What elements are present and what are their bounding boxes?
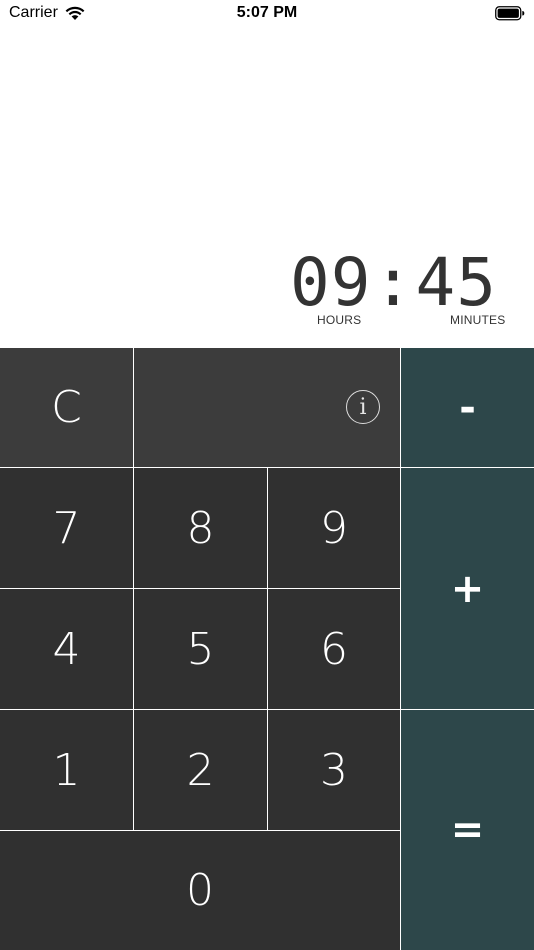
digit-1-button[interactable]: 1	[0, 710, 133, 830]
minus-label: -	[459, 384, 476, 431]
digit-8-button[interactable]: 8	[134, 468, 267, 588]
digit-9-label: 9	[320, 502, 348, 554]
digit-0-label: 0	[186, 865, 214, 916]
digit-4-button[interactable]: 4	[0, 589, 133, 709]
info-icon[interactable]: i	[346, 390, 380, 424]
status-time: 5:07 PM	[236, 4, 298, 21]
equals-label: =	[450, 807, 485, 853]
keypad: C i - 7 8 9 + 4 5 6 1 2 3 = 0	[0, 348, 534, 950]
minutes-value: 45	[415, 244, 497, 321]
digit-3-label: 3	[320, 744, 348, 796]
digit-1-label: 1	[52, 744, 81, 796]
digit-7-button[interactable]: 7	[0, 468, 133, 588]
digit-6-button[interactable]: 6	[268, 589, 400, 709]
minus-button[interactable]: -	[401, 348, 534, 467]
equals-button[interactable]: =	[401, 710, 534, 950]
digit-4-label: 4	[52, 623, 81, 675]
digit-8-label: 8	[186, 502, 215, 554]
plus-label: +	[450, 565, 485, 612]
time-separator: :	[373, 244, 414, 321]
hours-label: HOURS	[317, 313, 362, 327]
clear-button[interactable]: C	[0, 348, 133, 467]
time-readout: 09:45	[290, 248, 524, 318]
hours-value: 09	[290, 244, 372, 321]
info-key: i	[134, 348, 400, 467]
digit-6-label: 6	[320, 623, 348, 675]
battery-icon	[495, 6, 525, 26]
digit-0-button[interactable]: 0	[0, 831, 400, 950]
calculator-screen: Carrier 5:07 PM 09:45 HOURS MINUTES C i …	[0, 0, 534, 950]
clear-label: C	[51, 382, 82, 433]
time-display: 09:45 HOURS MINUTES	[0, 28, 534, 348]
digit-3-button[interactable]: 3	[268, 710, 400, 830]
plus-button[interactable]: +	[401, 468, 534, 709]
status-bar: Carrier 5:07 PM	[0, 0, 534, 28]
digit-5-button[interactable]: 5	[134, 589, 267, 709]
digit-7-label: 7	[52, 502, 81, 554]
digit-9-button[interactable]: 9	[268, 468, 400, 588]
info-glyph: i	[359, 394, 367, 420]
digit-2-button[interactable]: 2	[134, 710, 267, 830]
digit-5-label: 5	[186, 623, 215, 675]
digit-2-label: 2	[186, 744, 215, 796]
minutes-label: MINUTES	[450, 313, 506, 327]
